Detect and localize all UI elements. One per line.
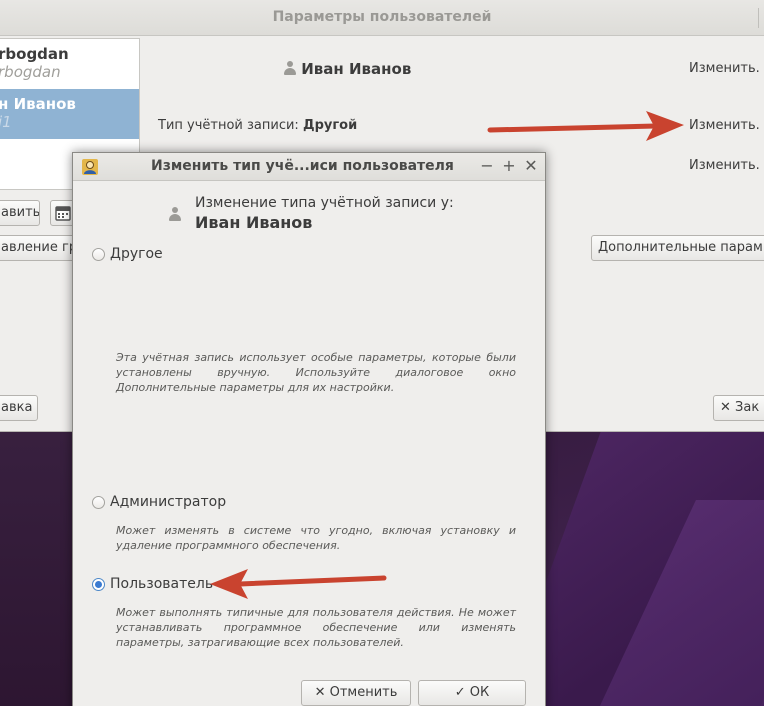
option-administrator-label[interactable]: Администратор	[110, 494, 226, 510]
checkmark-icon: ✓	[454, 685, 466, 700]
change-account-type-link[interactable]: Изменить.	[689, 118, 760, 133]
maximize-icon[interactable]: +	[499, 156, 519, 176]
user-login: i1	[0, 113, 12, 131]
dialog-title: Изменить тип учё...иси пользователя	[151, 158, 454, 174]
change-password-link[interactable]: Изменить.	[689, 158, 760, 173]
help-button[interactable]: авка	[0, 395, 38, 421]
radio-administrator[interactable]	[92, 496, 105, 509]
dialog-titlebar[interactable]: Изменить тип учё...иси пользователя − + …	[73, 153, 545, 181]
user-icon	[169, 207, 181, 221]
user-login: rbogdan	[0, 63, 61, 81]
close-icon: ✕	[720, 400, 731, 415]
annotation-arrow	[487, 111, 684, 141]
user-list-item[interactable]: rbogdan rbogdan	[0, 39, 139, 89]
calendar-icon	[55, 206, 71, 221]
option-user-description: Может выполнять типичные для пользовател…	[116, 606, 516, 649]
dialog-heading: Изменение типа учётной записи у:	[195, 195, 454, 211]
add-user-button[interactable]: авить	[0, 200, 40, 226]
window-titlebar[interactable]: Параметры пользователей	[0, 0, 764, 36]
user-name: rbogdan	[0, 45, 69, 63]
minimize-icon[interactable]: −	[477, 156, 497, 176]
option-user-label[interactable]: Пользователь	[110, 576, 213, 592]
manage-groups-button[interactable]: авление гр	[0, 235, 76, 261]
option-other-description: Эта учётная запись использует особые пар…	[116, 351, 516, 394]
dialog-user-name: Иван Иванов	[195, 213, 313, 232]
cancel-icon: ✕	[314, 685, 326, 700]
close-button[interactable]: ✕ Зак	[713, 395, 764, 421]
account-type-value: Другой	[303, 118, 358, 133]
ok-button[interactable]: ✓ ОК	[418, 680, 526, 706]
user-accounts-app-icon	[82, 159, 98, 175]
window-title: Параметры пользователей	[272, 9, 492, 25]
option-other-label[interactable]: Другое	[110, 246, 163, 262]
full-name-label[interactable]: Иван Иванов	[284, 60, 411, 78]
change-account-type-dialog: Изменить тип учё...иси пользователя − + …	[72, 152, 546, 706]
annotation-arrow	[210, 569, 387, 599]
account-type-label: Тип учётной записи:	[158, 118, 299, 133]
close-icon[interactable]: ✕	[521, 156, 541, 176]
radio-other[interactable]	[92, 248, 105, 261]
radio-user[interactable]	[92, 578, 105, 591]
additional-parameters-button[interactable]: Дополнительные парам	[591, 235, 764, 261]
user-icon	[284, 61, 296, 75]
change-name-link[interactable]: Изменить.	[689, 61, 760, 76]
desktop-background	[0, 432, 80, 706]
user-list-item-selected[interactable]: н Иванов i1	[0, 89, 139, 139]
window-edge	[758, 8, 764, 28]
user-name: н Иванов	[0, 95, 76, 113]
option-administrator-description: Может изменять в системе что угодно, вкл…	[116, 524, 516, 552]
cancel-button[interactable]: ✕ Отменить	[301, 680, 411, 706]
